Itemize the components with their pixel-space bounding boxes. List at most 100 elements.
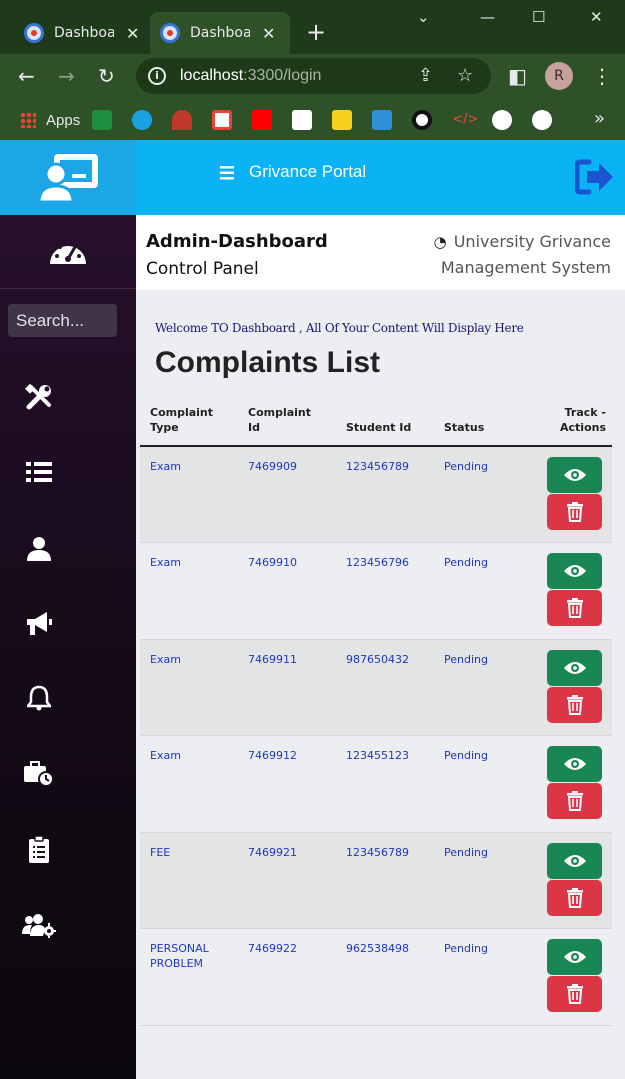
- view-button[interactable]: [547, 457, 602, 493]
- delete-button[interactable]: [547, 590, 602, 626]
- sidebar-item-notifications[interactable]: [22, 681, 56, 715]
- speedometer-icon: [50, 240, 86, 264]
- trash-icon: [566, 694, 583, 715]
- complaint-id: 7469910: [238, 542, 336, 640]
- table-row: Exam 7469912 123455123 Pending: [140, 735, 612, 833]
- excel-bookmark-icon[interactable]: [92, 110, 113, 130]
- maximize-icon[interactable]: ☐: [532, 8, 545, 26]
- complaint-id: 7469911: [238, 639, 336, 736]
- content-header: Admin-Dashboard Control Panel ◔ Universi…: [136, 215, 625, 290]
- browser-tab[interactable]: Dashboard ✕: [14, 12, 150, 54]
- eye-icon: [563, 469, 586, 481]
- sidebar-item-announcements[interactable]: [22, 607, 56, 641]
- browser-tab-active[interactable]: Dashboard ✕: [150, 12, 290, 54]
- menu-kebab-icon[interactable]: ⋮: [592, 64, 612, 88]
- new-tab-icon[interactable]: +: [306, 18, 326, 46]
- column-header: Status: [434, 402, 532, 447]
- view-button[interactable]: [547, 842, 602, 879]
- speed-bookmark-icon[interactable]: [172, 110, 193, 130]
- delete-button[interactable]: [547, 976, 602, 1012]
- sidebar-item-tools[interactable]: [22, 380, 56, 414]
- site-info-icon[interactable]: i: [148, 67, 166, 85]
- tab-title: Dashboard: [54, 25, 114, 41]
- favicon-icon: [160, 23, 180, 43]
- view-button[interactable]: [547, 939, 602, 975]
- eye-icon: [563, 951, 586, 963]
- bitrix-bookmark-icon[interactable]: [372, 110, 393, 130]
- main-content: Welcome TO Dashboard , All Of Your Conte…: [136, 290, 625, 1079]
- browser-tabstrip: Dashboard ✕ Dashboard ✕ + ⌄ — ☐ ✕: [0, 0, 625, 54]
- sidebar-item-user-settings[interactable]: [22, 908, 56, 942]
- triangle-bookmark-icon[interactable]: [532, 110, 553, 130]
- trash-icon: [566, 887, 583, 908]
- forward-icon[interactable]: →: [58, 64, 75, 88]
- complaint-type: Exam: [140, 639, 238, 736]
- tab-search-icon[interactable]: ⌄: [417, 8, 430, 26]
- complaint-id: 7469921: [238, 832, 336, 929]
- pcloudy-bookmark-icon[interactable]: [132, 110, 153, 130]
- table-row: PERSONAL PROBLEM 7469922 962538498 Pendi…: [140, 928, 612, 1026]
- favicon-icon: [24, 23, 44, 43]
- status-text: Pending: [434, 735, 532, 833]
- complaint-type: PERSONAL PROBLEM: [140, 928, 238, 1026]
- close-tab-icon[interactable]: ✕: [126, 24, 139, 43]
- bookmark-apps[interactable]: Apps: [20, 112, 80, 129]
- youtube-bookmark-icon[interactable]: [252, 110, 273, 130]
- address-bar[interactable]: i localhost:3300/login ⇪ ☆: [136, 58, 491, 94]
- briefcase-clock-icon: [24, 761, 54, 787]
- close-window-icon[interactable]: ✕: [590, 8, 603, 26]
- minimize-icon[interactable]: —: [480, 8, 495, 26]
- student-id: 123456796: [336, 542, 434, 640]
- delete-button[interactable]: [547, 686, 602, 723]
- table-header-row: Complaint Type Complaint Id Student Id S…: [140, 402, 612, 447]
- sidebar-item-user[interactable]: [22, 532, 56, 566]
- brand-logo[interactable]: [0, 140, 136, 215]
- section-heading: Complaints List: [155, 346, 381, 379]
- amazon-bookmark-icon[interactable]: [292, 110, 313, 130]
- reload-icon[interactable]: ↻: [98, 64, 115, 88]
- url-text[interactable]: localhost:3300/login: [180, 67, 321, 85]
- delete-button[interactable]: [547, 783, 602, 819]
- hamburger-menu-icon[interactable]: [220, 166, 234, 180]
- bookmark-star-icon[interactable]: ☆: [457, 65, 473, 86]
- sidebar-item-jobs[interactable]: [22, 757, 56, 791]
- more-bookmarks-icon[interactable]: »: [594, 108, 605, 129]
- complaint-type: Exam: [140, 542, 238, 640]
- eye-icon: [563, 661, 586, 674]
- delete-button[interactable]: [547, 494, 602, 530]
- admin-monitor-icon: [37, 153, 98, 203]
- code-bookmark-icon[interactable]: </>: [452, 110, 478, 130]
- complaints-table: Complaint Type Complaint Id Student Id S…: [140, 402, 612, 1026]
- table-row: Exam 7469910 123456796 Pending: [140, 542, 612, 640]
- top-navbar: Grivance Portal: [136, 140, 625, 215]
- column-header: Complaint Type: [140, 402, 238, 447]
- back-icon[interactable]: ←: [18, 64, 35, 88]
- gmail-bookmark-icon[interactable]: [212, 110, 233, 130]
- tools-icon: [25, 383, 51, 410]
- share-icon[interactable]: ⇪: [418, 65, 433, 86]
- circle-bookmark-icon[interactable]: [412, 110, 433, 130]
- view-button[interactable]: [547, 746, 602, 782]
- profile-avatar[interactable]: R: [545, 62, 573, 90]
- web-page: Grivance Portal Admin-Dashboard Control …: [0, 140, 625, 1079]
- status-text: Pending: [434, 446, 532, 543]
- side-panel-icon[interactable]: ◧: [508, 64, 527, 88]
- view-button[interactable]: [547, 553, 602, 589]
- flipkart-bookmark-icon[interactable]: [332, 110, 353, 130]
- github-bookmark-icon[interactable]: [492, 110, 513, 130]
- eye-icon: [563, 565, 586, 577]
- logout-icon[interactable]: [575, 159, 617, 195]
- apps-grid-icon: [20, 112, 36, 128]
- sidebar-item-dashboard[interactable]: [0, 215, 136, 289]
- sidebar-item-reports[interactable]: [22, 833, 56, 867]
- close-tab-icon[interactable]: ✕: [262, 24, 275, 43]
- trash-icon: [566, 984, 583, 1004]
- speedometer-icon: ◔: [433, 233, 447, 251]
- actions-cell: [532, 928, 612, 1026]
- actions-cell: [532, 542, 612, 640]
- status-text: Pending: [434, 928, 532, 1026]
- view-button[interactable]: [547, 649, 602, 686]
- sidebar-search-input[interactable]: [8, 304, 117, 337]
- delete-button[interactable]: [547, 879, 602, 916]
- sidebar-item-list[interactable]: [22, 455, 56, 489]
